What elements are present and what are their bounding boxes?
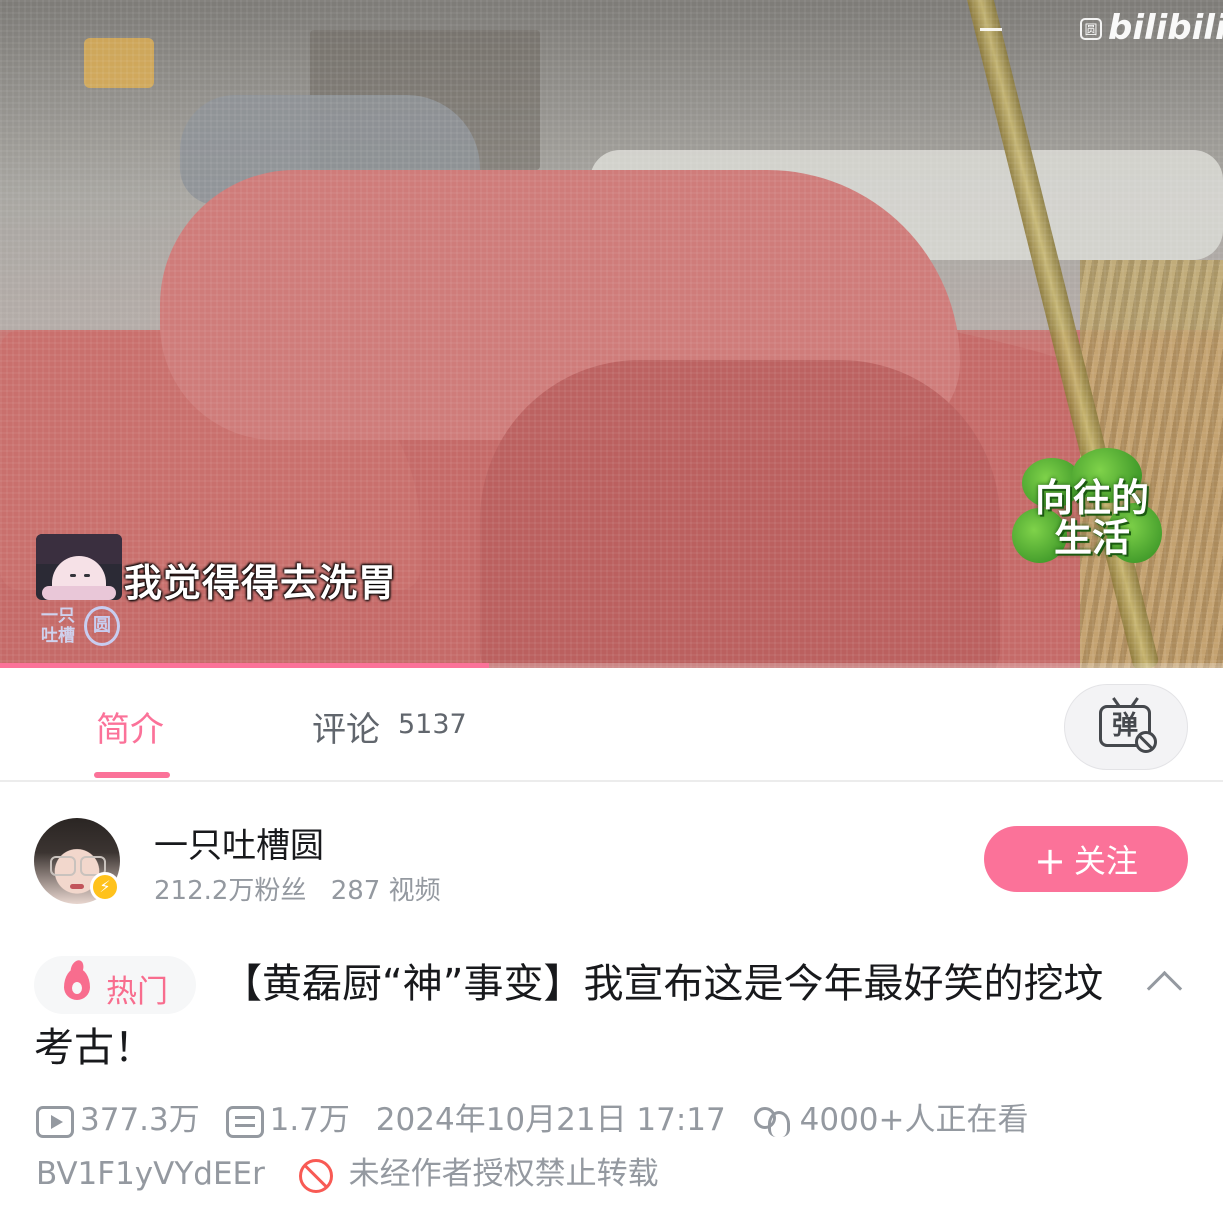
danmaku-count: 1.7万: [225, 1094, 350, 1139]
view-count: 377.3万: [36, 1094, 200, 1139]
follow-button[interactable]: + 关注: [984, 826, 1188, 892]
lightning-icon: ⚡: [90, 872, 120, 902]
bilibili-logo-icon: 圆: [1080, 18, 1102, 40]
ban-icon: [1135, 731, 1157, 753]
uploader-stats: 212.2万粉丝 287 视频: [154, 870, 457, 907]
video-player[interactable]: 圆 bilibili 向往的生活 我觉得得去洗胃 一只吐槽 圆: [0, 0, 1223, 668]
comments-count: 5137: [398, 709, 467, 740]
forbid-icon: [298, 1158, 333, 1193]
uploader-watermark-circle: 圆: [84, 606, 120, 646]
view-count-value: 377.3万: [80, 1102, 200, 1138]
uploader-watermark-text: 一只吐槽: [41, 606, 75, 646]
follow-button-label: 关注: [1073, 842, 1138, 880]
chevron-up-icon[interactable]: [1148, 966, 1176, 994]
video-title: 【黄磊厨“神”事变】我宣布这是今年最好笑的挖坟考古！: [34, 961, 1104, 1071]
danmaku-count-value: 1.7万: [269, 1102, 350, 1138]
plus-icon: +: [1034, 839, 1066, 883]
people-icon: [752, 1105, 794, 1139]
danmaku-count-icon: [225, 1105, 264, 1138]
tab-active-indicator: [94, 772, 170, 778]
danmaku-toggle-button[interactable]: 弹: [1064, 684, 1188, 770]
copyright-notice: 未经作者授权禁止转载: [348, 1156, 659, 1192]
tab-comments[interactable]: 评论: [312, 702, 380, 751]
uploader-followers: 212.2万粉丝: [154, 876, 307, 906]
uploader-name[interactable]: 一只吐槽圆: [154, 818, 324, 867]
video-meta-row: 377.3万 1.7万 2024年10月21日 17:17 4000+人正在看: [36, 1094, 1045, 1142]
uploader-video-count: 287 视频: [330, 876, 441, 906]
bvid[interactable]: BV1F1yVYdEEr: [36, 1156, 265, 1192]
video-subtitle: 我觉得得去洗胃: [124, 561, 398, 605]
tab-intro[interactable]: 简介: [96, 702, 164, 751]
video-id-row: BV1F1yVYdEEr 未经作者授权禁止转载: [36, 1148, 659, 1193]
watching-count: 4000+人正在看: [752, 1094, 1029, 1139]
minimize-icon[interactable]: [978, 16, 1004, 42]
show-logo-text: 向往的生活: [1034, 476, 1149, 560]
uploader-watermark: 一只吐槽 圆: [36, 604, 126, 652]
bilibili-watermark: bilibili: [1108, 8, 1223, 48]
play-count-icon: [36, 1105, 74, 1138]
watching-count-value: 4000+人正在看: [799, 1102, 1029, 1138]
subtitle-avatar: [36, 534, 122, 600]
publish-time: 2024年10月21日 17:17: [375, 1102, 726, 1138]
show-logo: 向往的生活: [1012, 448, 1162, 578]
tab-bar: 简介 评论 5137 弹: [0, 668, 1223, 782]
